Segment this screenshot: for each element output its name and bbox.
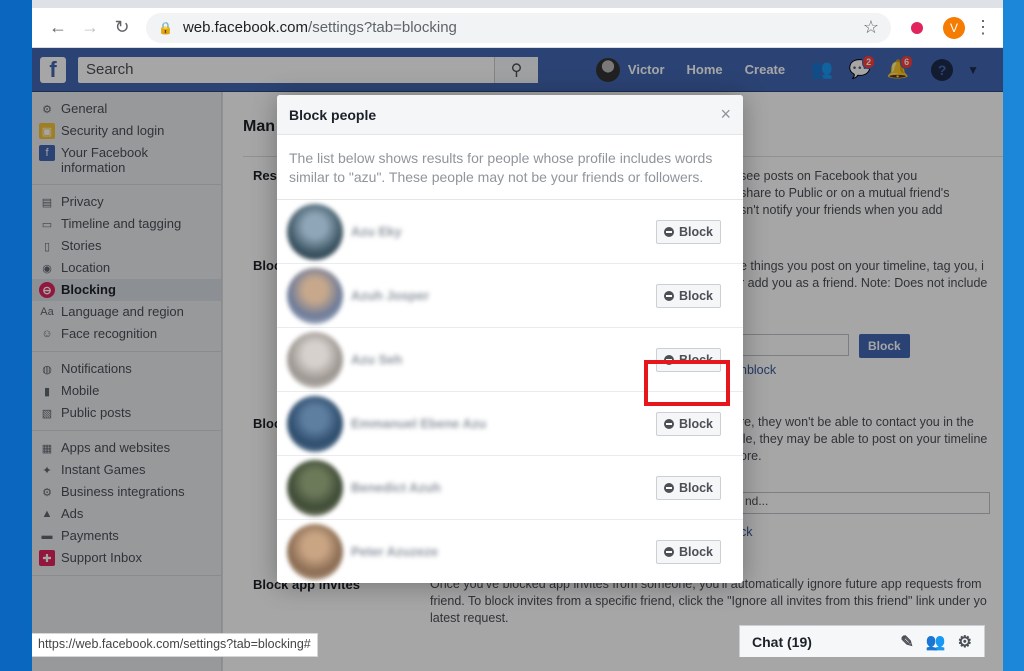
block-button-label: Block [678, 416, 713, 431]
block-button-label: Block [678, 480, 713, 495]
minus-circle-icon [663, 226, 674, 237]
url-host: web.facebook.com [182, 19, 309, 36]
block-button[interactable]: Block [655, 411, 721, 436]
profile-avatar[interactable]: V [943, 16, 965, 39]
browser-menu-icon[interactable]: ⋮ [973, 17, 993, 38]
back-arrow-icon[interactable]: ← [42, 12, 74, 44]
block-button[interactable]: Block [655, 283, 721, 308]
extension-icon[interactable] [907, 18, 927, 38]
person-name[interactable]: Peter Azuzeze [351, 544, 438, 559]
person-name[interactable]: Emmanuel Ebene Azu [351, 416, 486, 431]
avatar[interactable] [287, 523, 343, 580]
block-people-dialog: Block people × The list below shows resu… [277, 95, 743, 583]
avatar[interactable] [287, 331, 343, 388]
dialog-title: Block people [289, 106, 377, 123]
reload-icon[interactable]: ↻ [106, 12, 138, 44]
avatar[interactable] [287, 203, 343, 260]
minus-circle-icon [663, 482, 674, 493]
person-name[interactable]: Azu Eky [351, 224, 402, 239]
avatar[interactable] [287, 459, 343, 516]
list-item: Peter Azuzeze Block [277, 520, 743, 583]
url-path: /settings?tab=blocking [308, 19, 457, 36]
block-button[interactable]: Block [655, 219, 721, 244]
list-item: Azuh Josper Block [277, 264, 743, 328]
avatar[interactable] [287, 395, 343, 452]
person-name[interactable]: Azuh Josper [351, 288, 429, 303]
new-message-icon[interactable]: ✎ [900, 632, 913, 652]
bookmark-star-icon[interactable]: ☆ [863, 17, 879, 38]
dialog-description: The list below shows results for people … [277, 135, 743, 200]
block-button[interactable]: Block [655, 539, 721, 564]
address-bar[interactable]: 🔒 web.facebook.com/settings?tab=blocking… [146, 12, 891, 43]
lock-icon: 🔒 [158, 20, 173, 35]
chat-label: Chat (19) [752, 633, 812, 650]
person-name[interactable]: Benedict Azuh [351, 480, 441, 495]
block-button-label: Block [678, 224, 713, 239]
block-button-label: Block [678, 288, 713, 303]
close-icon[interactable]: × [720, 104, 731, 125]
avatar[interactable] [287, 267, 343, 324]
browser-toolbar: ← → ↻ 🔒 web.facebook.com/settings?tab=bl… [32, 8, 1003, 48]
dialog-header: Block people × [277, 95, 743, 135]
person-name[interactable]: Azu Seh [351, 352, 402, 367]
forward-arrow-icon[interactable]: → [74, 12, 106, 44]
group-chat-icon[interactable]: 👥 [926, 632, 946, 652]
list-item: Azu Eky Block [277, 200, 743, 264]
minus-circle-icon [663, 290, 674, 301]
block-button[interactable]: Block [655, 475, 721, 500]
highlight-box [644, 360, 730, 406]
chat-settings-gear-icon[interactable]: ⚙ [958, 632, 972, 652]
minus-circle-icon [663, 418, 674, 429]
status-bar-url: https://web.facebook.com/settings?tab=bl… [32, 633, 318, 657]
block-button-label: Block [678, 544, 713, 559]
tab-strip [32, 0, 1003, 8]
chat-bar[interactable]: Chat (19) ✎ 👥 ⚙ [739, 625, 985, 657]
minus-circle-icon [663, 546, 674, 557]
browser-window: ← → ↻ 🔒 web.facebook.com/settings?tab=bl… [32, 0, 1003, 671]
list-item: Benedict Azuh Block [277, 456, 743, 520]
